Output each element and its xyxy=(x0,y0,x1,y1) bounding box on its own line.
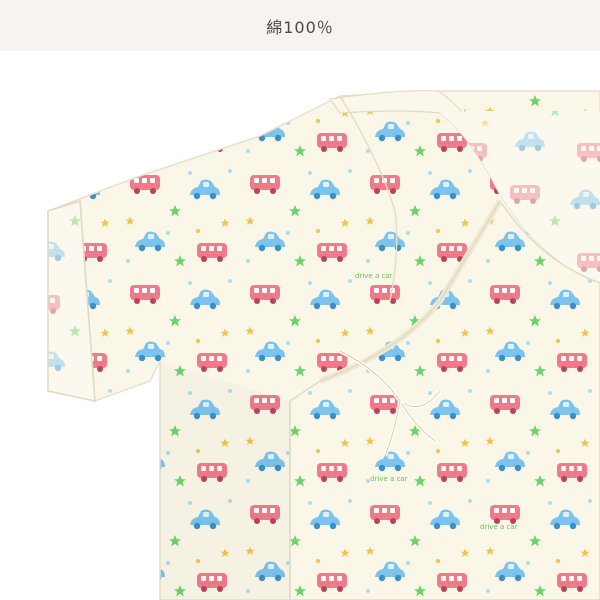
print-text-1: drive a car xyxy=(355,272,393,280)
header-bar: 綿100％ xyxy=(0,0,600,51)
product-photo: drive a car drive a car drive a car xyxy=(0,51,600,600)
print-text-3: drive a car xyxy=(370,475,408,483)
material-label: 綿100％ xyxy=(266,17,334,37)
baby-kimono-garment-photo: drive a car drive a car drive a car xyxy=(0,51,600,600)
product-image-page: 綿100％ drive a car drive a car drive a ca… xyxy=(0,0,600,600)
print-text-2: drive a car xyxy=(480,523,518,531)
